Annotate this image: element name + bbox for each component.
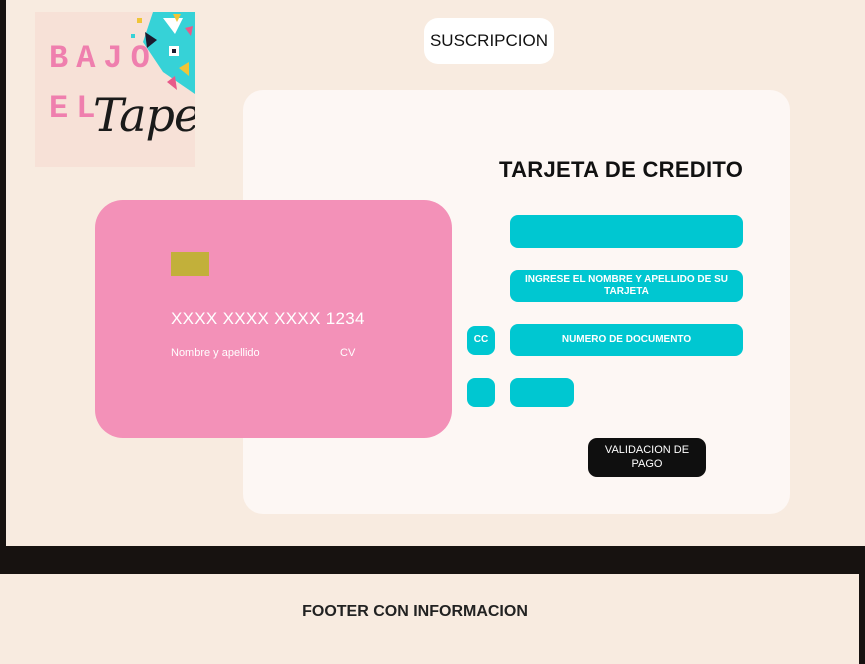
- payment-validation-button[interactable]: VALIDACION DE PAGO: [588, 438, 706, 477]
- cardholder-name-field[interactable]: INGRESE EL NOMBRE Y APELLIDO DE SU TARJE…: [510, 270, 743, 302]
- card-cv-label: CV: [340, 347, 356, 359]
- document-number-field[interactable]: NUMERO DE DOCUMENTO: [510, 324, 743, 356]
- cv-field[interactable]: [510, 378, 574, 407]
- footer-text: FOOTER CON INFORMACION: [302, 603, 528, 620]
- card-chip-icon: [171, 252, 209, 276]
- card-holder-label: Nombre y apellido: [171, 347, 260, 359]
- brand-logo[interactable]: BAJO EL Tapete: [35, 12, 195, 167]
- document-type-select[interactable]: CC: [467, 326, 495, 355]
- subscription-button[interactable]: SUSCRIPCION: [424, 18, 554, 64]
- extra-option-box[interactable]: [467, 378, 495, 407]
- card-number-preview: XXXX XXXX XXXX 1234: [171, 309, 365, 328]
- card-number-field[interactable]: [510, 215, 743, 248]
- form-title: TARJETA DE CREDITO: [499, 157, 744, 182]
- logo-word-bajo: BAJO: [49, 40, 158, 77]
- logo-script-tapete: Tapete: [93, 88, 195, 142]
